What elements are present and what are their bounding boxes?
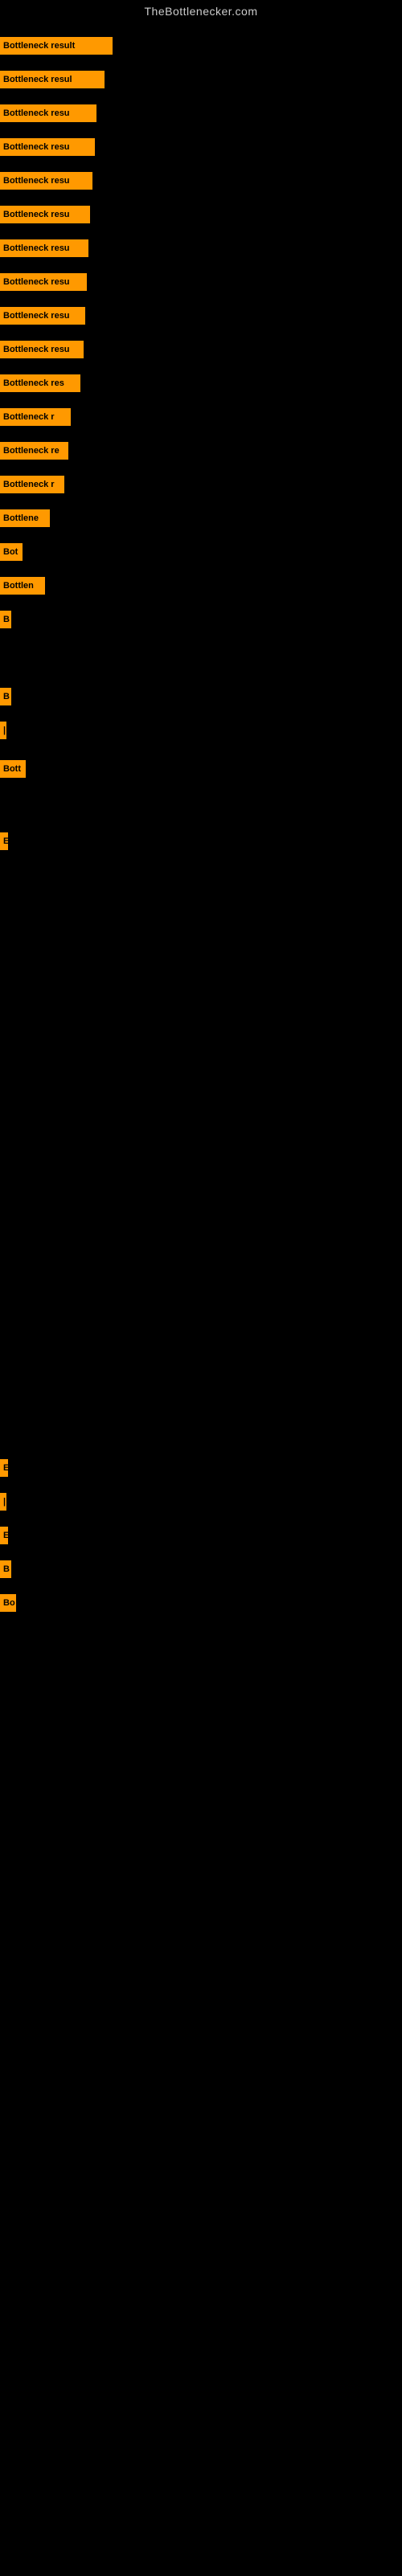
bar-row: Bottleneck resu — [0, 172, 92, 190]
bar-row: E — [0, 1527, 8, 1544]
bar-row: Bottleneck resu — [0, 206, 90, 223]
bar-label: B — [0, 688, 11, 705]
bar-label: Bottleneck result — [0, 37, 113, 55]
bar-row: Bo — [0, 1594, 16, 1612]
bar-label: | — [0, 1493, 6, 1511]
bar-row: Bottlen — [0, 577, 45, 595]
bar-row: Bottleneck resu — [0, 138, 95, 156]
bar-label: Bott — [0, 760, 26, 778]
bar-label: Bottleneck resu — [0, 172, 92, 190]
bar-label: Bottleneck resu — [0, 341, 84, 358]
bar-label: Bottleneck resu — [0, 273, 87, 291]
bar-label: Bottleneck resu — [0, 239, 88, 257]
bar-label: Bottlen — [0, 577, 45, 595]
bar-row: B — [0, 1560, 11, 1578]
bar-row: Bott — [0, 760, 26, 778]
bar-row: Bottleneck resu — [0, 307, 85, 325]
bar-label: Bottleneck r — [0, 408, 71, 426]
bar-label: Bottlene — [0, 509, 50, 527]
bar-label: Bottleneck re — [0, 442, 68, 460]
bar-label: Bot — [0, 543, 23, 561]
bar-label: E — [0, 832, 8, 850]
bar-row: Bottleneck r — [0, 476, 64, 493]
bar-label: Bo — [0, 1594, 16, 1612]
bar-label: Bottleneck resu — [0, 104, 96, 122]
bar-row: | — [0, 1493, 6, 1511]
bar-row: Bottleneck re — [0, 442, 68, 460]
bar-row: | — [0, 722, 6, 739]
bar-label: E — [0, 1459, 8, 1477]
bar-row: Bottleneck res — [0, 374, 80, 392]
bar-row: E — [0, 1459, 8, 1477]
bar-row: Bot — [0, 543, 23, 561]
bar-row: Bottleneck resu — [0, 104, 96, 122]
bar-label: B — [0, 1560, 11, 1578]
bar-label: Bottleneck resul — [0, 71, 105, 88]
bar-row: E — [0, 832, 8, 850]
bar-label: Bottleneck resu — [0, 138, 95, 156]
bar-label: Bottleneck r — [0, 476, 64, 493]
bar-label: | — [0, 722, 6, 739]
bar-label: Bottleneck resu — [0, 206, 90, 223]
bar-label: E — [0, 1527, 8, 1544]
bar-row: B — [0, 611, 11, 628]
bar-row: Bottlene — [0, 509, 50, 527]
bar-row: Bottleneck resul — [0, 71, 105, 88]
bar-row: Bottleneck resu — [0, 273, 87, 291]
bar-row: Bottleneck resu — [0, 341, 84, 358]
bar-row: Bottleneck resu — [0, 239, 88, 257]
bar-label: Bottleneck res — [0, 374, 80, 392]
bar-row: B — [0, 688, 11, 705]
bar-row: Bottleneck r — [0, 408, 71, 426]
bar-label: Bottleneck resu — [0, 307, 85, 325]
bar-label: B — [0, 611, 11, 628]
bar-row: Bottleneck result — [0, 37, 113, 55]
site-title: TheBottlenecker.com — [0, 0, 402, 21]
